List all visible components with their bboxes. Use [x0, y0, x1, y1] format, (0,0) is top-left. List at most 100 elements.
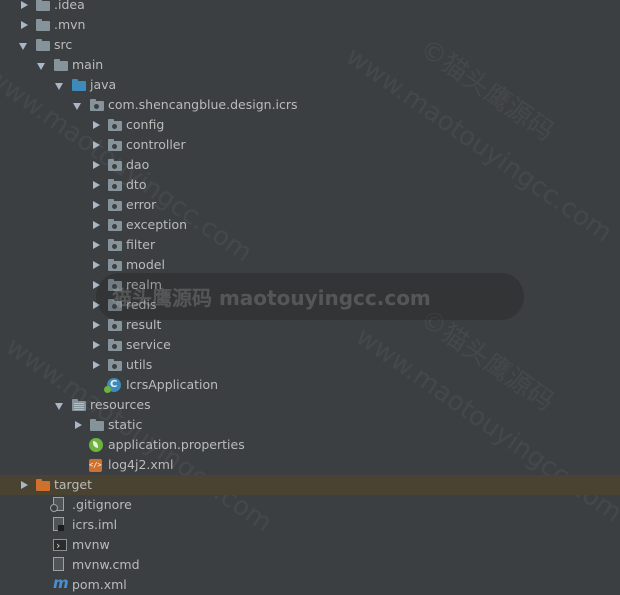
tree-row[interactable]: target	[0, 475, 620, 495]
tree-item-label: application.properties	[108, 437, 245, 452]
tree-item-label: exception	[126, 217, 188, 232]
folder-icon	[53, 57, 69, 73]
folder-icon	[35, 37, 51, 53]
tree-row[interactable]: src	[0, 35, 620, 55]
tree-item-label: mvnw	[72, 537, 110, 552]
package-icon	[107, 217, 123, 233]
tree-row[interactable]: resources	[0, 395, 620, 415]
tree-item-label: dto	[126, 177, 147, 192]
tree-row[interactable]: log4j2.xml	[0, 455, 620, 475]
tree-item-label: mvnw.cmd	[72, 557, 140, 572]
chevron-down-icon[interactable]	[36, 55, 48, 75]
tree-item-label: target	[54, 477, 93, 492]
tree-row[interactable]: application.properties	[0, 435, 620, 455]
tree-row[interactable]: model	[0, 255, 620, 275]
xml-file-icon	[89, 459, 102, 472]
chevron-down-icon[interactable]	[18, 35, 30, 55]
tree-item-label: log4j2.xml	[108, 457, 174, 472]
tree-row[interactable]: dao	[0, 155, 620, 175]
chevron-down-icon[interactable]	[54, 75, 66, 95]
package-icon	[107, 117, 123, 133]
tree-row[interactable]: main	[0, 55, 620, 75]
chevron-right-icon[interactable]	[90, 175, 102, 195]
tree-row[interactable]: IcrsApplication	[0, 375, 620, 395]
tree-row[interactable]: mvnw.cmd	[0, 555, 620, 575]
chevron-down-icon[interactable]	[54, 395, 66, 415]
tree-row[interactable]: config	[0, 115, 620, 135]
spring-boot-class-icon	[104, 378, 121, 393]
tree-row[interactable]: controller	[0, 135, 620, 155]
tree-row[interactable]: error	[0, 195, 620, 215]
tree-item-label: utils	[126, 357, 153, 372]
tree-item-label: IcrsApplication	[126, 377, 219, 392]
tree-item-label: dao	[126, 157, 150, 172]
tree-row[interactable]: icrs.iml	[0, 515, 620, 535]
chevron-right-icon[interactable]	[90, 355, 102, 375]
chevron-down-icon[interactable]	[72, 95, 84, 115]
package-icon	[107, 137, 123, 153]
chevron-right-icon[interactable]	[18, 15, 30, 35]
chevron-right-icon[interactable]	[90, 215, 102, 235]
tree-item-label: error	[126, 197, 157, 212]
package-icon	[107, 357, 123, 373]
tree-item-label: java	[90, 77, 117, 92]
text-file-icon	[53, 557, 64, 571]
tree-item-label: src	[54, 37, 73, 52]
resources-folder-icon	[71, 397, 87, 413]
folder-icon	[35, 17, 51, 33]
tree-item-label: filter	[126, 237, 156, 252]
source-folder-icon	[71, 77, 87, 93]
tree-item-label: pom.xml	[72, 577, 127, 592]
chevron-right-icon[interactable]	[90, 135, 102, 155]
module-file-icon	[53, 517, 64, 531]
tree-item-label: controller	[126, 137, 186, 152]
excluded-folder-icon	[35, 477, 51, 493]
tree-row[interactable]: .idea	[0, 0, 620, 15]
tree-row[interactable]: service	[0, 335, 620, 355]
tree-row[interactable]: com.shencangblue.design.icrs	[0, 95, 620, 115]
tree-row[interactable]: filter	[0, 235, 620, 255]
maven-icon	[53, 573, 71, 593]
folder-icon	[89, 417, 105, 433]
watermark-band-text: 猫头鹰源码 maotouyingcc.com	[112, 286, 431, 310]
chevron-right-icon[interactable]	[90, 115, 102, 135]
tree-row[interactable]: static	[0, 415, 620, 435]
chevron-right-icon[interactable]	[90, 255, 102, 275]
terminal-script-icon	[53, 536, 67, 556]
tree-item-label: icrs.iml	[72, 517, 118, 532]
tree-row[interactable]: .mvn	[0, 15, 620, 35]
tree-item-label: com.shencangblue.design.icrs	[108, 97, 298, 112]
tree-item-label: config	[126, 117, 165, 132]
package-icon	[107, 197, 123, 213]
spring-properties-icon	[89, 438, 103, 452]
package-icon	[89, 97, 105, 113]
tree-row[interactable]: utils	[0, 355, 620, 375]
folder-icon	[35, 0, 51, 13]
chevron-right-icon[interactable]	[90, 195, 102, 215]
chevron-right-icon[interactable]	[90, 235, 102, 255]
tree-item-label: .gitignore	[72, 497, 132, 512]
chevron-right-icon[interactable]	[18, 0, 30, 15]
tree-item-label: resources	[90, 397, 151, 412]
tree-row[interactable]: java	[0, 75, 620, 95]
chevron-right-icon[interactable]	[90, 335, 102, 355]
tree-item-label: model	[126, 257, 165, 272]
package-icon	[107, 337, 123, 353]
gitignore-file-icon	[50, 497, 64, 512]
tree-item-label: static	[108, 417, 143, 432]
chevron-right-icon[interactable]	[18, 475, 30, 495]
package-icon	[107, 177, 123, 193]
tree-row[interactable]: dto	[0, 175, 620, 195]
tree-row[interactable]: .gitignore	[0, 495, 620, 515]
package-icon	[107, 237, 123, 253]
tree-item-label: main	[72, 57, 104, 72]
chevron-right-icon[interactable]	[90, 315, 102, 335]
package-icon	[107, 157, 123, 173]
chevron-right-icon[interactable]	[72, 415, 84, 435]
package-icon	[107, 257, 123, 273]
tree-item-label: service	[126, 337, 171, 352]
tree-row[interactable]: exception	[0, 215, 620, 235]
chevron-right-icon[interactable]	[90, 155, 102, 175]
tree-row[interactable]: pom.xml	[0, 573, 620, 595]
tree-row[interactable]: mvnw	[0, 535, 620, 556]
